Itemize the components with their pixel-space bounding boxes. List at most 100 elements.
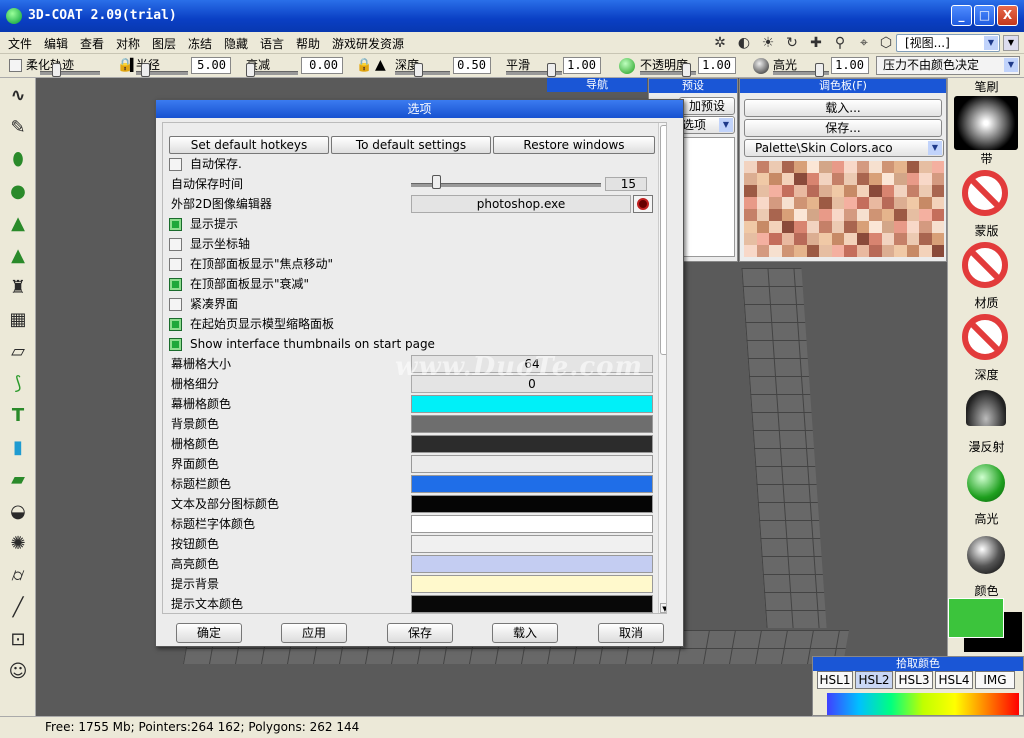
palette-swatch[interactable] bbox=[869, 233, 882, 245]
palette-swatch[interactable] bbox=[744, 185, 757, 197]
titlebar-color-swatch[interactable] bbox=[411, 475, 653, 493]
palette-swatch[interactable] bbox=[781, 245, 794, 257]
palette-swatch[interactable] bbox=[869, 209, 882, 221]
palette-swatch[interactable] bbox=[781, 209, 794, 221]
palette-swatch[interactable] bbox=[844, 197, 857, 209]
palette-swatch[interactable] bbox=[919, 185, 932, 197]
stroke-slider-thumb[interactable] bbox=[52, 63, 61, 77]
palette-swatch[interactable] bbox=[881, 173, 894, 185]
diffuse-sphere-icon[interactable] bbox=[967, 464, 1005, 502]
palette-swatch[interactable] bbox=[794, 245, 807, 257]
smooth-slider-thumb[interactable] bbox=[547, 63, 556, 77]
palette-swatch[interactable] bbox=[856, 221, 869, 233]
tab-hsl1[interactable]: HSL1 bbox=[817, 671, 853, 689]
palette-swatch[interactable] bbox=[781, 221, 794, 233]
button-color-swatch[interactable] bbox=[411, 535, 653, 553]
palette-swatch[interactable] bbox=[844, 161, 857, 173]
palette-swatch[interactable] bbox=[769, 185, 782, 197]
palette-swatch[interactable] bbox=[856, 173, 869, 185]
palette-swatch[interactable] bbox=[919, 233, 932, 245]
palette-swatch[interactable] bbox=[781, 161, 794, 173]
falloff-value[interactable]: 0.00 bbox=[301, 57, 343, 74]
palette-swatch[interactable] bbox=[756, 173, 769, 185]
palette-swatch[interactable] bbox=[844, 173, 857, 185]
compact-ui-checkbox[interactable] bbox=[169, 298, 182, 311]
palette-swatch[interactable] bbox=[919, 209, 932, 221]
palette-swatch[interactable] bbox=[894, 197, 907, 209]
palette-swatch[interactable] bbox=[869, 197, 882, 209]
palette-swatch[interactable] bbox=[794, 197, 807, 209]
autosave-row[interactable]: 自动保存. bbox=[169, 155, 409, 173]
palette-swatch[interactable] bbox=[881, 161, 894, 173]
eraser-tool-icon[interactable]: ▰ bbox=[5, 468, 31, 492]
text-icon-color-swatch[interactable] bbox=[411, 495, 653, 513]
palette-swatch[interactable] bbox=[756, 209, 769, 221]
palette-swatch[interactable] bbox=[781, 173, 794, 185]
load-button[interactable]: 载入 bbox=[492, 623, 558, 643]
move-icon[interactable]: ✚ bbox=[808, 35, 824, 51]
ui-color-swatch[interactable] bbox=[411, 455, 653, 473]
scroll-down-icon[interactable]: ▼ bbox=[660, 603, 666, 613]
palette-swatch[interactable] bbox=[869, 185, 882, 197]
palette-swatch[interactable] bbox=[769, 173, 782, 185]
palette-swatch[interactable] bbox=[931, 197, 944, 209]
default-hotkeys-button[interactable]: Set default hotkeys bbox=[169, 136, 329, 154]
palette-swatch[interactable] bbox=[819, 161, 832, 173]
palette-swatch[interactable] bbox=[919, 221, 932, 233]
cancel-button[interactable]: 取消 bbox=[598, 623, 664, 643]
palette-swatch[interactable] bbox=[894, 209, 907, 221]
depth-lock-icon[interactable]: 🔒 bbox=[356, 58, 372, 73]
palette-swatch[interactable] bbox=[894, 233, 907, 245]
mesh-tool-icon[interactable]: ▦ bbox=[5, 308, 31, 332]
palette-swatch[interactable] bbox=[806, 197, 819, 209]
palette-file-select[interactable]: Palette\Skin Colors.aco ▼ bbox=[744, 139, 944, 157]
palette-save-button[interactable]: 保存... bbox=[744, 119, 942, 137]
radius-slider-thumb[interactable] bbox=[141, 63, 150, 77]
palette-swatch[interactable] bbox=[819, 221, 832, 233]
clear-editor-button[interactable] bbox=[633, 195, 653, 213]
show-axes-checkbox[interactable] bbox=[169, 238, 182, 251]
head-tool-icon[interactable]: ☺ bbox=[5, 660, 31, 684]
options-scrollbar[interactable]: ▼ bbox=[658, 123, 666, 613]
smooth-value[interactable]: 1.00 bbox=[563, 57, 601, 74]
tab-hsl4[interactable]: HSL4 bbox=[935, 671, 973, 689]
cone-tool-icon[interactable]: ▲ bbox=[5, 244, 31, 268]
brush-preview[interactable] bbox=[954, 96, 1018, 150]
hint-bg-swatch[interactable] bbox=[411, 575, 653, 593]
grid-color-swatch[interactable] bbox=[411, 435, 653, 453]
palette-swatch[interactable] bbox=[869, 221, 882, 233]
palette-swatch[interactable] bbox=[856, 209, 869, 221]
text-tool-icon[interactable]: T bbox=[5, 404, 31, 428]
hint-text-color-swatch[interactable] bbox=[411, 595, 653, 613]
palette-swatch[interactable] bbox=[906, 221, 919, 233]
palette-swatch[interactable] bbox=[931, 221, 944, 233]
menu-file[interactable]: 文件 bbox=[8, 35, 32, 52]
palette-swatch[interactable] bbox=[831, 161, 844, 173]
palette-swatch[interactable] bbox=[794, 233, 807, 245]
pen-tool-icon[interactable]: ╱ bbox=[5, 596, 31, 620]
material-none-icon[interactable] bbox=[962, 314, 1008, 360]
plane-tool-icon[interactable]: ▱ bbox=[5, 340, 31, 364]
palette-swatch[interactable] bbox=[831, 245, 844, 257]
palette-swatch[interactable] bbox=[894, 173, 907, 185]
palette-swatch[interactable] bbox=[831, 173, 844, 185]
palette-swatch[interactable] bbox=[906, 185, 919, 197]
autosave-checkbox[interactable] bbox=[169, 158, 182, 171]
maximize-button[interactable]: □ bbox=[974, 5, 995, 26]
airbrush-tool-icon[interactable]: ⬮ bbox=[5, 148, 31, 172]
palette-swatch[interactable] bbox=[906, 197, 919, 209]
depth-slider-thumb[interactable] bbox=[414, 63, 423, 77]
menu-help[interactable]: 帮助 bbox=[296, 35, 320, 52]
falloff-slider-thumb[interactable] bbox=[246, 63, 255, 77]
title-text-color-swatch[interactable] bbox=[411, 515, 653, 533]
palette-swatch[interactable] bbox=[769, 221, 782, 233]
show-thumbs-cn-row[interactable]: 在起始页显示模型缩略面板 bbox=[169, 315, 409, 333]
radius-value[interactable]: 5.00 bbox=[191, 57, 231, 74]
palette-swatch[interactable] bbox=[806, 185, 819, 197]
menu-layers[interactable]: 图层 bbox=[152, 35, 176, 52]
palette-swatch[interactable] bbox=[756, 233, 769, 245]
show-thumbs-en-row[interactable]: Show interface thumbnails on start page bbox=[169, 335, 489, 353]
curve-tool-icon[interactable]: ∿ bbox=[5, 84, 31, 108]
autosave-time-value[interactable]: 15 bbox=[605, 177, 647, 191]
palette-swatch[interactable] bbox=[919, 173, 932, 185]
